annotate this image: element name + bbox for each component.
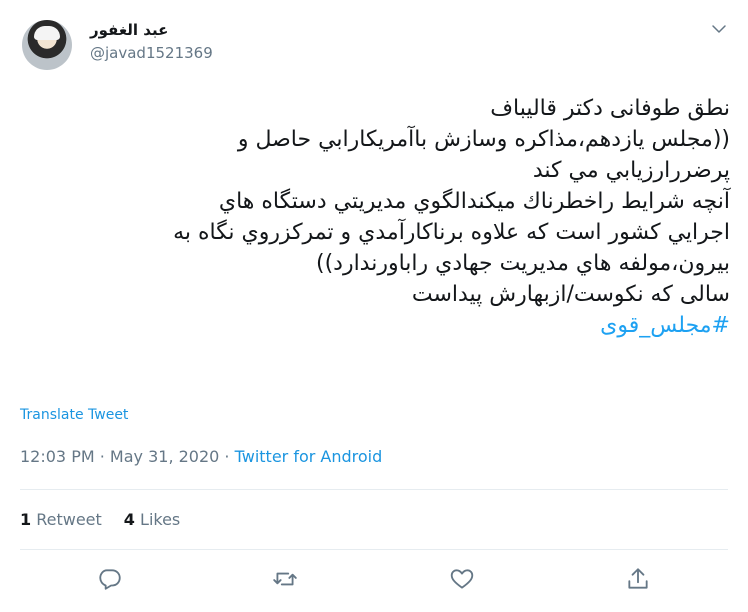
tweet-meta: 12:03 PM · May 31, 2020 · Twitter for An… — [20, 447, 382, 466]
likes-label: Likes — [140, 510, 181, 529]
tweet-text: نطق طوفانی دکتر قالیباف ((مجلس یازدهم،مذ… — [25, 93, 730, 341]
tweet-line: سالی که نکوست/ازبهارش پیداست — [411, 282, 730, 307]
likes-stat[interactable]: 4 Likes — [124, 510, 180, 529]
translate-tweet-link[interactable]: Translate Tweet — [20, 407, 128, 423]
divider — [20, 489, 728, 490]
author-display-name[interactable]: عبد الغفور — [90, 21, 168, 39]
retweet-icon[interactable] — [272, 566, 298, 592]
tweet-line: نطق طوفانی دکتر قالیباف — [490, 96, 730, 121]
retweets-count: 1 — [20, 510, 32, 529]
tweet-line: آنچه شرايط راخطرناك ميکندالگوي مديريتي د… — [218, 189, 730, 214]
meta-separator: · — [219, 447, 235, 466]
author-handle[interactable]: @javad1521369 — [90, 44, 213, 62]
like-icon[interactable] — [449, 566, 475, 592]
hashtag-link[interactable]: #مجلس_قوی — [25, 310, 730, 341]
chevron-down-icon[interactable] — [710, 20, 728, 38]
tweet-source-link[interactable]: Twitter for Android — [235, 447, 383, 466]
share-icon[interactable] — [625, 566, 651, 592]
tweet-line: اجرايي کشور است که علاوه برناکارآمدي و ت… — [173, 220, 730, 245]
retweets-stat[interactable]: 1 Retweet — [20, 510, 102, 529]
action-bar — [0, 566, 748, 596]
tweet-stats: 1 Retweet 4 Likes — [20, 510, 180, 529]
divider — [20, 549, 728, 550]
tweet-line: ((مجلس یازدهم،مذاکره وسازش باآمریکارابي … — [237, 127, 730, 152]
avatar[interactable] — [22, 20, 72, 70]
tweet-date[interactable]: May 31, 2020 — [110, 447, 219, 466]
tweet-line: بيرون،مولفه هاي مديريت جهادي راباورندارد… — [315, 251, 730, 276]
tweet-time[interactable]: 12:03 PM — [20, 447, 95, 466]
tweet-line: پرضررارزيابي مي کند — [532, 158, 730, 183]
reply-icon[interactable] — [97, 566, 123, 592]
retweets-label: Retweet — [36, 510, 102, 529]
likes-count: 4 — [123, 510, 135, 529]
meta-separator: · — [94, 447, 110, 466]
